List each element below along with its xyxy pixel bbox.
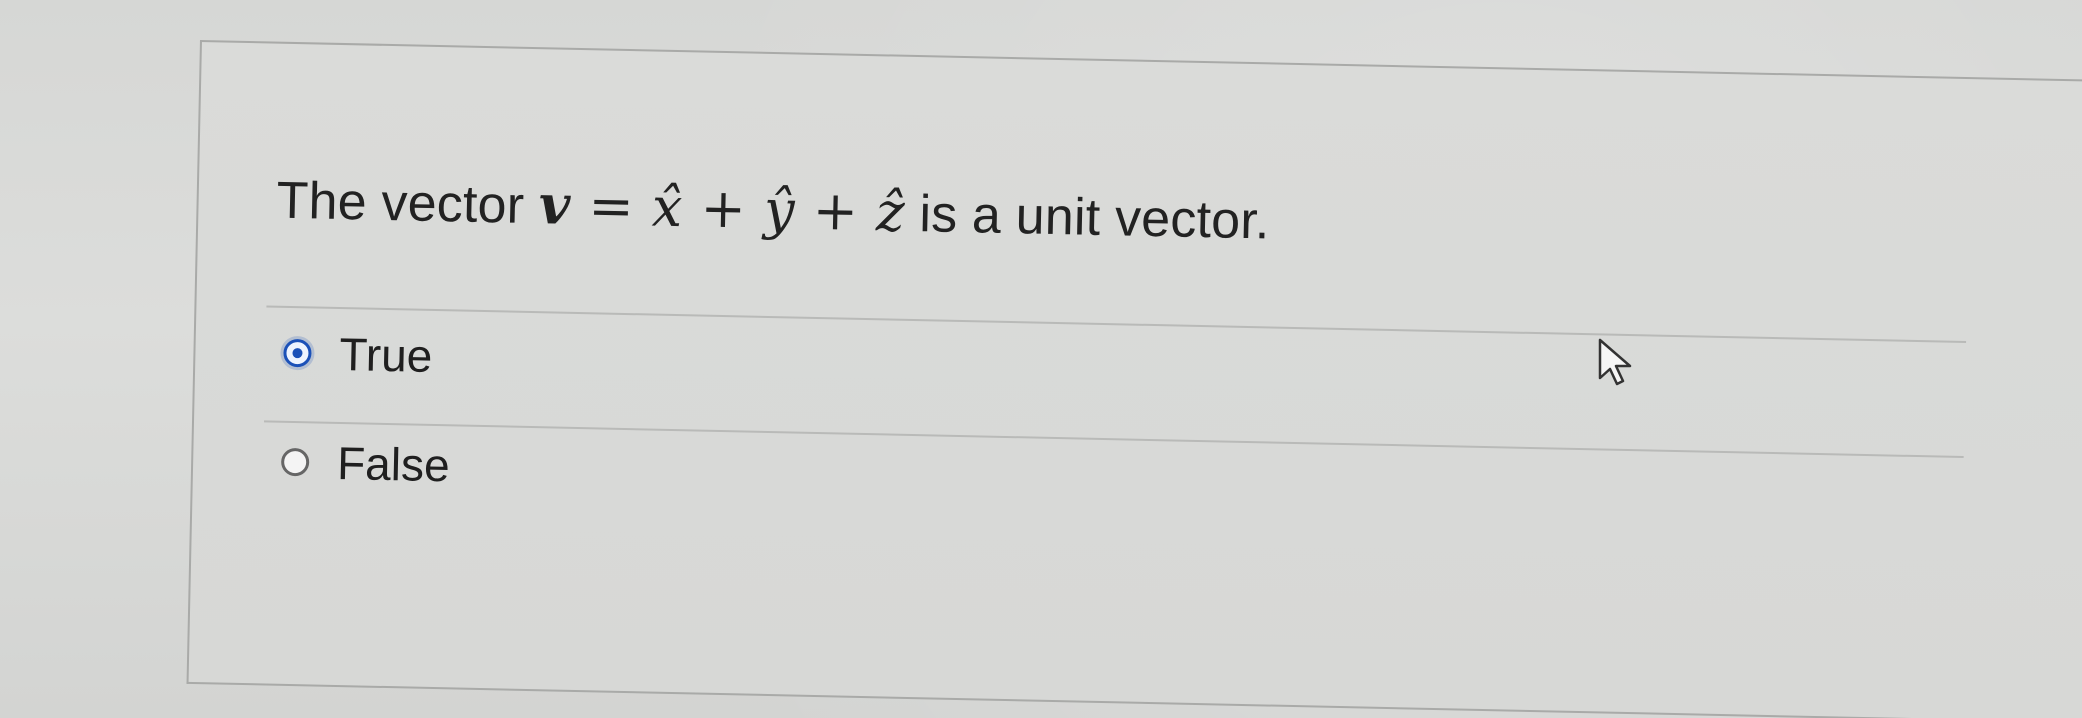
option-true-label: True: [338, 327, 433, 382]
y-hat: ŷ: [763, 177, 796, 242]
question-suffix: is a unit vector.: [904, 184, 1271, 251]
option-false[interactable]: False: [280, 436, 451, 492]
vector-v: v: [538, 172, 572, 237]
mouse-pointer-icon: [1598, 338, 1632, 386]
equals-sign: =: [587, 174, 635, 239]
question-prefix: The vector: [276, 171, 540, 236]
question-card: The vector v = x̂ + ŷ + ẑ is a unit vector. Tr…: [186, 40, 2082, 718]
math-expression: v = x̂ + ŷ + ẑ: [538, 172, 906, 244]
radio-false[interactable]: [280, 447, 310, 477]
plus-sign-2: +: [812, 178, 859, 243]
option-false-label: False: [336, 436, 451, 492]
question-text: The vector v = x̂ + ŷ + ẑ is a unit vector.: [276, 171, 1271, 251]
divider-bottom: [264, 420, 1964, 459]
screen: The vector v = x̂ + ŷ + ẑ is a unit vector. Tr…: [0, 0, 2082, 718]
option-true[interactable]: True: [283, 327, 433, 382]
radio-true[interactable]: [283, 338, 312, 368]
z-hat: ẑ: [875, 180, 906, 244]
plus-sign-1: +: [699, 176, 747, 241]
divider-top: [266, 305, 1967, 344]
x-hat: x̂: [651, 175, 684, 240]
